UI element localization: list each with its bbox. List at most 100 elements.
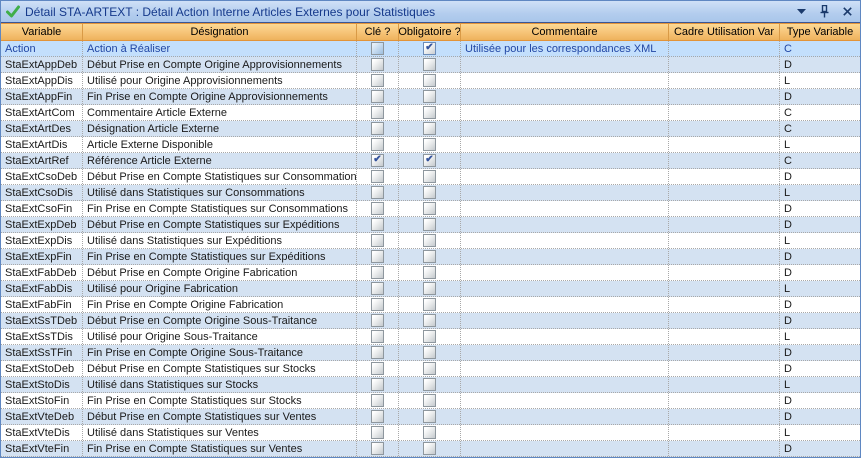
cell-cle — [357, 73, 399, 88]
cell-cadre — [669, 57, 780, 72]
cle-checkbox[interactable] — [371, 138, 384, 151]
table-row[interactable]: StaExtAppDis Utilisé pour Origine Approv… — [1, 73, 860, 89]
obligatoire-checkbox[interactable] — [423, 378, 436, 391]
table-row[interactable]: StaExtArtRef Référence Article Externe C — [1, 153, 860, 169]
obligatoire-checkbox[interactable] — [423, 138, 436, 151]
table-row[interactable]: StaExtSsTDeb Début Prise en Compte Origi… — [1, 313, 860, 329]
column-header-cadre[interactable]: Cadre Utilisation Var — [669, 24, 780, 40]
obligatoire-checkbox[interactable] — [423, 58, 436, 71]
cell-cadre — [669, 425, 780, 440]
cle-checkbox[interactable] — [371, 234, 384, 247]
cell-cle — [357, 345, 399, 360]
obligatoire-checkbox[interactable] — [423, 394, 436, 407]
cell-variable: StaExtSsTDis — [1, 329, 83, 344]
cell-cadre — [669, 217, 780, 232]
obligatoire-checkbox[interactable] — [423, 154, 436, 167]
column-header-obligatoire[interactable]: Obligatoire ? — [399, 24, 461, 40]
table-row[interactable]: StaExtExpDis Utilisé dans Statistiques s… — [1, 233, 860, 249]
cell-cadre — [669, 169, 780, 184]
obligatoire-checkbox[interactable] — [423, 346, 436, 359]
table-row[interactable]: StaExtCsoDeb Début Prise en Compte Stati… — [1, 169, 860, 185]
cle-checkbox[interactable] — [371, 218, 384, 231]
cle-checkbox[interactable] — [371, 90, 384, 103]
table-row[interactable]: StaExtStoDeb Début Prise en Compte Stati… — [1, 361, 860, 377]
cle-checkbox[interactable] — [371, 266, 384, 279]
obligatoire-checkbox[interactable] — [423, 234, 436, 247]
table-row[interactable]: StaExtFabFin Fin Prise en Compte Origine… — [1, 297, 860, 313]
obligatoire-checkbox[interactable] — [423, 186, 436, 199]
table-row[interactable]: StaExtAppFin Fin Prise en Compte Origine… — [1, 89, 860, 105]
obligatoire-checkbox[interactable] — [423, 74, 436, 87]
obligatoire-checkbox[interactable] — [423, 362, 436, 375]
obligatoire-checkbox[interactable] — [423, 170, 436, 183]
table-row[interactable]: StaExtExpFin Fin Prise en Compte Statist… — [1, 249, 860, 265]
pushpin-icon[interactable] — [817, 5, 831, 19]
table-row[interactable]: StaExtArtCom Commentaire Article Externe… — [1, 105, 860, 121]
cell-commentaire — [461, 201, 669, 216]
cle-checkbox[interactable] — [371, 202, 384, 215]
table-row[interactable]: StaExtExpDeb Début Prise en Compte Stati… — [1, 217, 860, 233]
cle-checkbox[interactable] — [371, 426, 384, 439]
table-row[interactable]: StaExtArtDis Article Externe Disponible … — [1, 137, 860, 153]
obligatoire-checkbox[interactable] — [423, 314, 436, 327]
obligatoire-checkbox[interactable] — [423, 426, 436, 439]
cle-checkbox[interactable] — [371, 250, 384, 263]
cle-checkbox[interactable] — [371, 58, 384, 71]
obligatoire-checkbox[interactable] — [423, 218, 436, 231]
chevron-down-icon[interactable] — [794, 5, 808, 19]
table-row[interactable]: StaExtVteDis Utilisé dans Statistiques s… — [1, 425, 860, 441]
obligatoire-checkbox[interactable] — [423, 330, 436, 343]
cle-checkbox[interactable] — [371, 394, 384, 407]
cell-obligatoire — [399, 41, 461, 56]
table-row[interactable]: StaExtFabDeb Début Prise en Compte Origi… — [1, 265, 860, 281]
obligatoire-checkbox[interactable] — [423, 90, 436, 103]
obligatoire-checkbox[interactable] — [423, 410, 436, 423]
table-row[interactable]: StaExtStoDis Utilisé dans Statistiques s… — [1, 377, 860, 393]
obligatoire-checkbox[interactable] — [423, 442, 436, 455]
cell-cle — [357, 169, 399, 184]
obligatoire-checkbox[interactable] — [423, 282, 436, 295]
cle-checkbox[interactable] — [371, 314, 384, 327]
column-header-cle[interactable]: Clé ? — [357, 24, 399, 40]
cle-checkbox[interactable] — [371, 410, 384, 423]
cle-checkbox[interactable] — [371, 378, 384, 391]
cle-checkbox[interactable] — [371, 346, 384, 359]
table-row[interactable]: StaExtArtDes Désignation Article Externe… — [1, 121, 860, 137]
table-row[interactable]: StaExtStoFin Fin Prise en Compte Statist… — [1, 393, 860, 409]
obligatoire-checkbox[interactable] — [423, 202, 436, 215]
obligatoire-checkbox[interactable] — [423, 250, 436, 263]
obligatoire-checkbox[interactable] — [423, 42, 436, 55]
table-row[interactable]: StaExtSsTFin Fin Prise en Compte Origine… — [1, 345, 860, 361]
cle-checkbox[interactable] — [371, 106, 384, 119]
table-row[interactable]: StaExtVteFin Fin Prise en Compte Statist… — [1, 441, 860, 457]
column-header-commentaire[interactable]: Commentaire — [461, 24, 669, 40]
cle-checkbox[interactable] — [371, 42, 384, 55]
table-row[interactable]: StaExtCsoFin Fin Prise en Compte Statist… — [1, 201, 860, 217]
obligatoire-checkbox[interactable] — [423, 106, 436, 119]
close-icon[interactable] — [840, 5, 854, 19]
cle-checkbox[interactable] — [371, 74, 384, 87]
table-row[interactable]: Action Action à Réaliser Utilisée pour l… — [1, 41, 860, 57]
column-header-variable[interactable]: Variable — [1, 24, 83, 40]
table-row[interactable]: StaExtFabDis Utilisé pour Origine Fabric… — [1, 281, 860, 297]
cle-checkbox[interactable] — [371, 186, 384, 199]
cle-checkbox[interactable] — [371, 122, 384, 135]
cle-checkbox[interactable] — [371, 298, 384, 311]
table-row[interactable]: StaExtVteDeb Début Prise en Compte Stati… — [1, 409, 860, 425]
column-header-type[interactable]: Type Variable — [780, 24, 860, 40]
column-header-designation[interactable]: Désignation — [83, 24, 357, 40]
cell-designation: Fin Prise en Compte Origine Sous-Traitan… — [83, 345, 357, 360]
table-row[interactable]: StaExtSsTDis Utilisé pour Origine Sous-T… — [1, 329, 860, 345]
cle-checkbox[interactable] — [371, 154, 384, 167]
obligatoire-checkbox[interactable] — [423, 122, 436, 135]
cell-designation: Fin Prise en Compte Statistiques sur Exp… — [83, 249, 357, 264]
cle-checkbox[interactable] — [371, 362, 384, 375]
table-row[interactable]: StaExtAppDeb Début Prise en Compte Origi… — [1, 57, 860, 73]
cle-checkbox[interactable] — [371, 330, 384, 343]
cle-checkbox[interactable] — [371, 170, 384, 183]
obligatoire-checkbox[interactable] — [423, 266, 436, 279]
cle-checkbox[interactable] — [371, 282, 384, 295]
table-row[interactable]: StaExtCsoDis Utilisé dans Statistiques s… — [1, 185, 860, 201]
cle-checkbox[interactable] — [371, 442, 384, 455]
obligatoire-checkbox[interactable] — [423, 298, 436, 311]
